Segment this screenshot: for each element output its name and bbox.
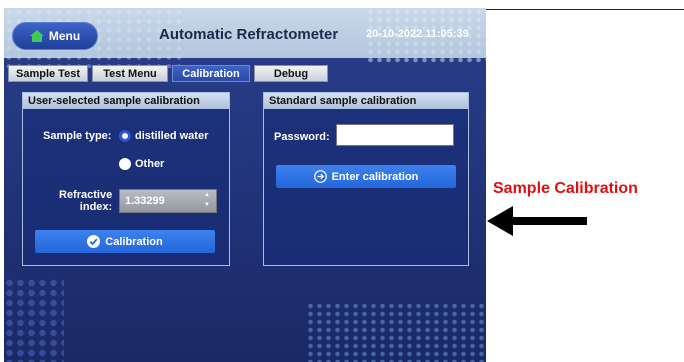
password-field[interactable]	[336, 124, 454, 146]
option-label: Other	[135, 158, 165, 170]
radio-distilled-water[interactable]	[119, 130, 131, 142]
calibration-button[interactable]: Calibration	[35, 230, 215, 253]
annotation-label: Sample Calibration	[493, 180, 638, 197]
home-icon	[29, 30, 44, 42]
refractive-index-label: Refractive index:	[59, 189, 112, 213]
decor-dots	[4, 278, 64, 362]
radio-other[interactable]	[119, 158, 131, 170]
app-title: Automatic Refractometer	[159, 26, 339, 43]
refractive-index-value: 1.33299	[125, 195, 165, 207]
check-circle-icon	[87, 235, 101, 248]
datetime-display: 20-10-2022 11:05:39	[366, 28, 469, 40]
tab-bar: Sample Test Test Menu Calibration Debug	[4, 63, 486, 83]
top-rule-line	[486, 9, 684, 10]
panel-title: Standard sample calibration	[264, 93, 468, 109]
tab-calibration[interactable]: Calibration	[172, 65, 250, 82]
menu-label: Menu	[48, 29, 81, 43]
password-label: Password:	[274, 131, 330, 143]
user-calibration-panel: User-selected sample calibration Sample …	[22, 92, 230, 266]
device-screen: Menu Automatic Refractometer 20-10-2022 …	[4, 8, 486, 362]
enter-calibration-button[interactable]: Enter calibration	[276, 165, 456, 188]
sample-type-label: Sample type:	[43, 130, 112, 142]
chevron-up-icon[interactable]: ▲	[204, 192, 210, 198]
menu-button[interactable]: Menu	[12, 22, 98, 50]
button-label: Enter calibration	[331, 170, 419, 183]
arrow-left-icon	[487, 206, 587, 236]
option-label: distilled water	[135, 130, 209, 142]
chevron-down-icon[interactable]: ▼	[204, 202, 210, 208]
button-label: Calibration	[105, 235, 163, 248]
label-line: index:	[79, 201, 113, 213]
header-bar: Menu Automatic Refractometer 20-10-2022 …	[4, 8, 486, 68]
tab-debug[interactable]: Debug	[254, 65, 328, 82]
decor-dots	[306, 302, 486, 362]
tab-test-menu[interactable]: Test Menu	[92, 65, 168, 82]
arrow-circle-icon	[313, 170, 327, 183]
panel-title: User-selected sample calibration	[23, 93, 229, 109]
tab-sample-test[interactable]: Sample Test	[8, 65, 88, 82]
label-line: Refractive	[59, 189, 113, 201]
refractive-index-stepper[interactable]: 1.33299 ▲ ▼	[119, 189, 217, 213]
standard-calibration-panel: Standard sample calibration Password: En…	[263, 92, 469, 266]
